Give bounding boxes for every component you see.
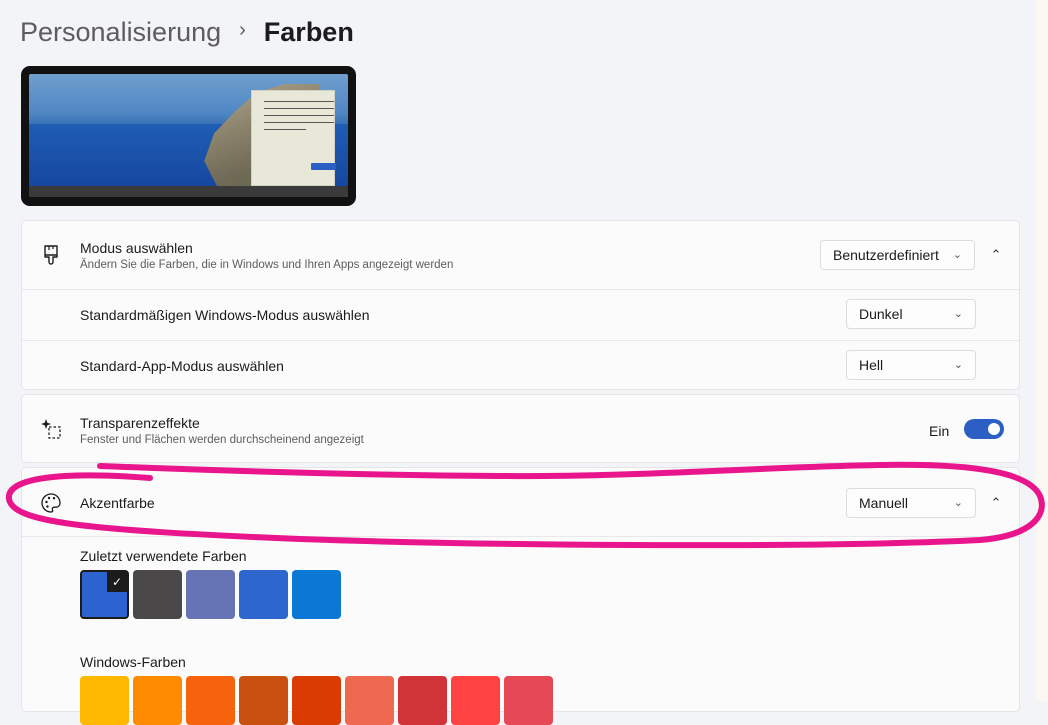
mode-title: Modus auswählen	[80, 240, 193, 256]
color-swatch[interactable]	[239, 570, 288, 619]
brush-icon	[44, 245, 58, 265]
window-edge	[1036, 0, 1048, 701]
windows-mode-label: Standardmäßigen Windows-Modus auswählen	[80, 307, 370, 323]
transparency-subtitle: Fenster und Flächen werden durchscheinen…	[80, 434, 364, 446]
chevron-up-icon[interactable]: ⌃	[983, 490, 1009, 516]
windows-mode-row: Standardmäßigen Windows-Modus auswählen …	[22, 290, 1019, 340]
breadcrumb: Personalisierung › Farben	[20, 12, 354, 52]
mode-subtitle: Ändern Sie die Farben, die in Windows un…	[80, 259, 454, 271]
breadcrumb-parent[interactable]: Personalisierung	[20, 17, 221, 48]
transparency-sparkle-icon	[41, 419, 61, 439]
transparency-card: Transparenzeffekte Fenster und Flächen w…	[21, 394, 1020, 463]
checkmark-icon: ✓	[107, 572, 127, 592]
chevron-down-icon: ⌄	[953, 359, 963, 371]
mode-row[interactable]: Modus auswählen Ändern Sie die Farben, d…	[22, 221, 1019, 289]
app-mode-value: Hell	[859, 357, 884, 373]
preview-line	[264, 122, 334, 123]
mode-dropdown-value: Benutzerdefiniert	[833, 247, 939, 263]
accent-card: Akzentfarbe Manuell ⌄ ⌃ Zuletzt verwende…	[21, 467, 1020, 725]
preview-line	[264, 129, 306, 130]
chevron-down-icon: ⌄	[953, 497, 963, 509]
color-swatch[interactable]	[186, 570, 235, 619]
accent-dropdown-value: Manuell	[859, 495, 909, 511]
chevron-down-icon: ⌄	[953, 308, 963, 320]
app-mode-row: Standard-App-Modus auswählen Hell ⌄	[22, 341, 1019, 391]
chevron-up-icon[interactable]: ⌃	[983, 242, 1009, 268]
divider	[22, 536, 1019, 537]
preview-line	[264, 101, 334, 102]
palette-icon	[41, 493, 61, 513]
preview-button	[311, 163, 336, 170]
mode-dropdown[interactable]: Benutzerdefiniert ⌄	[820, 240, 975, 270]
accent-dropdown[interactable]: Manuell ⌄	[846, 488, 976, 518]
theme-preview	[21, 66, 356, 206]
preview-line	[264, 115, 334, 116]
preview-window	[251, 90, 336, 186]
color-swatch[interactable]	[133, 570, 182, 619]
accent-title: Akzentfarbe	[80, 495, 155, 511]
recent-colors-label: Zuletzt verwendete Farben	[80, 548, 247, 564]
preview-wallpaper	[29, 74, 348, 186]
mode-card: Modus auswählen Ändern Sie die Farben, d…	[21, 220, 1020, 390]
breadcrumb-separator-icon: ›	[239, 18, 246, 41]
preview-taskbar	[29, 186, 348, 197]
color-swatch[interactable]: ✓	[80, 570, 129, 619]
color-swatch[interactable]	[292, 570, 341, 619]
windows-colors-label: Windows-Farben	[80, 654, 186, 670]
transparency-title: Transparenzeffekte	[80, 415, 200, 431]
app-mode-label: Standard-App-Modus auswählen	[80, 358, 284, 374]
app-mode-dropdown[interactable]: Hell ⌄	[846, 350, 976, 380]
transparency-state: Ein	[929, 423, 950, 439]
windows-mode-dropdown[interactable]: Dunkel ⌄	[846, 299, 976, 329]
toggle-knob	[988, 423, 1000, 435]
accent-row[interactable]: Akzentfarbe Manuell ⌄ ⌃	[22, 468, 1019, 536]
preview-line	[264, 108, 334, 109]
windows-mode-value: Dunkel	[859, 306, 903, 322]
chevron-down-icon: ⌄	[952, 249, 962, 261]
transparency-toggle[interactable]	[964, 419, 1004, 439]
page-title: Farben	[263, 16, 354, 47]
